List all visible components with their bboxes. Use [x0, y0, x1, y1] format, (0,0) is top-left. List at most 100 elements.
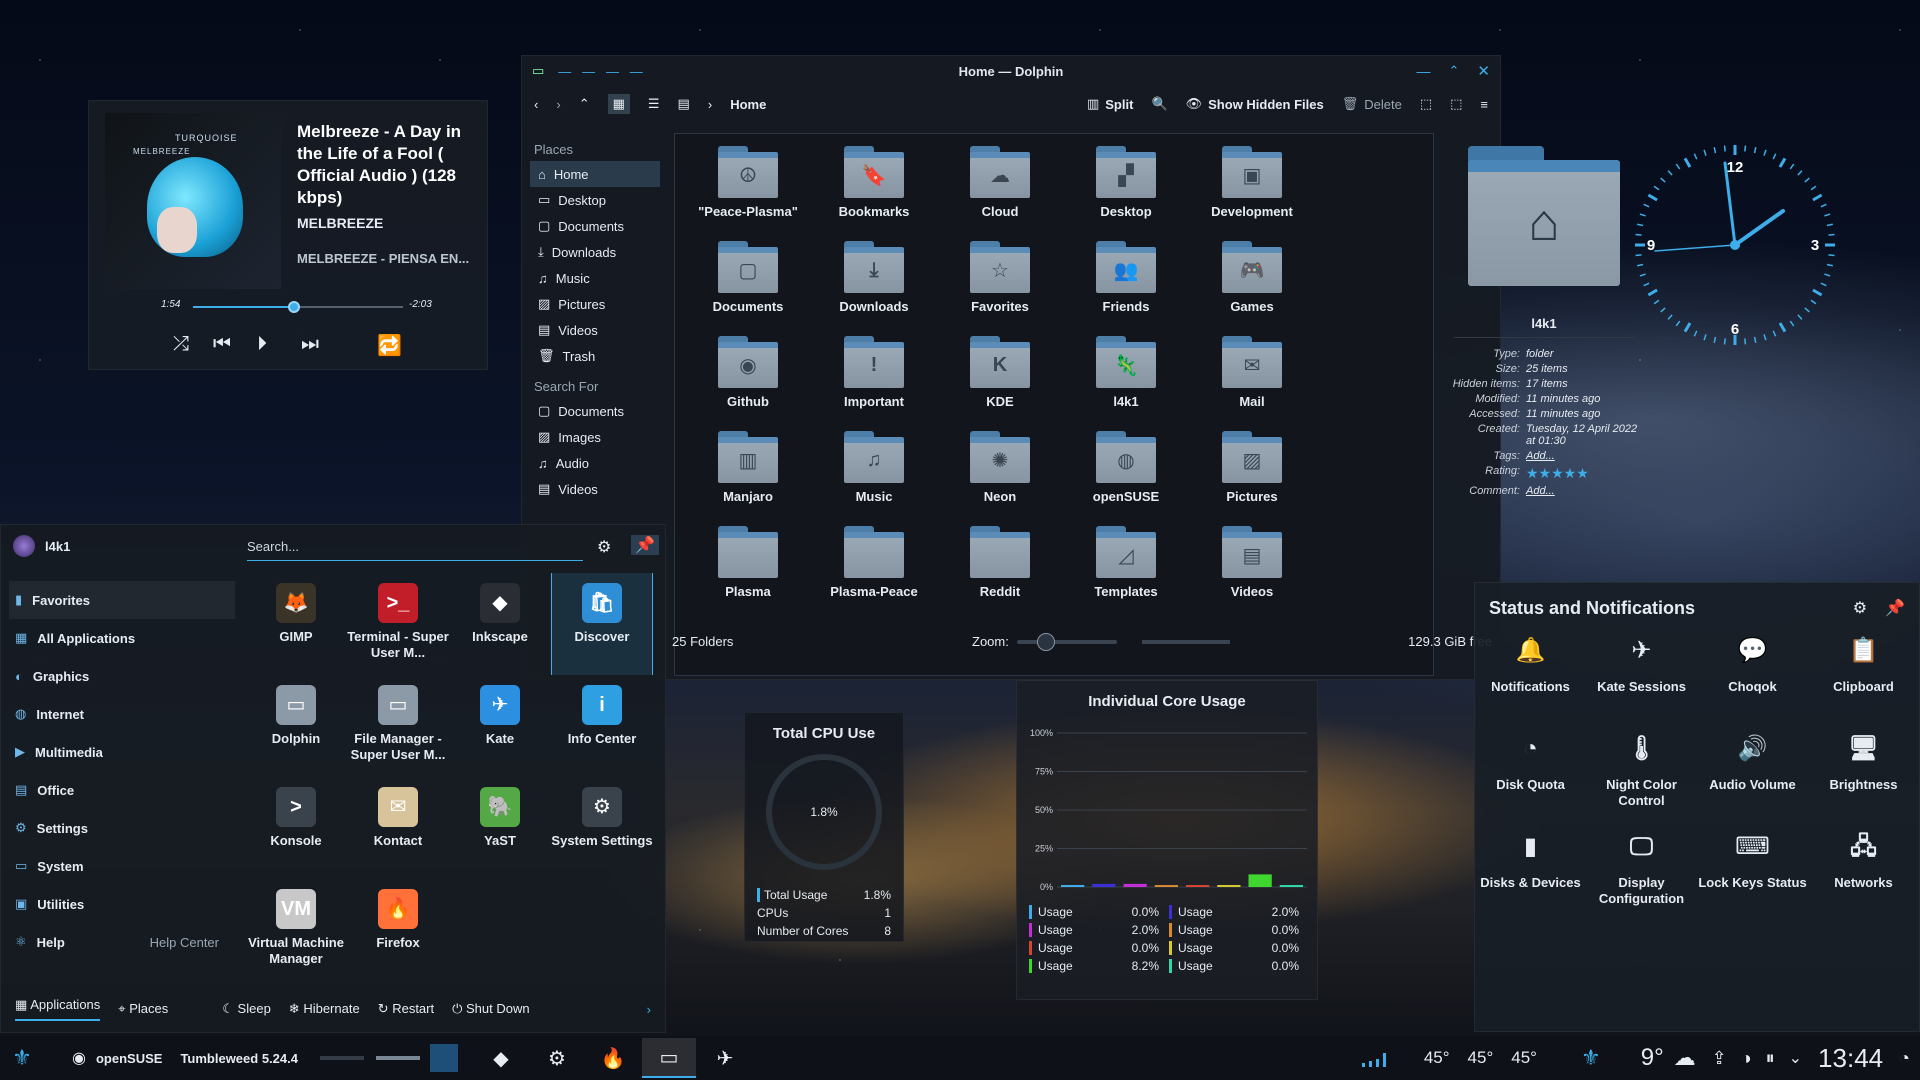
category-multimedia[interactable]: ▶ Multimedia [9, 733, 235, 771]
status-item-kate-sessions[interactable]: ✈ Kate Sessions [1586, 639, 1697, 741]
folder-item[interactable]: ✺ Neon [937, 431, 1063, 526]
folder-item[interactable]: ▨ Pictures [1189, 431, 1315, 526]
hamburger-menu-icon[interactable]: ≡ [1480, 97, 1488, 112]
places-item-documents[interactable]: ▢ Documents [530, 213, 660, 239]
folder-item[interactable]: Plasma-Peace [811, 526, 937, 621]
forward-icon[interactable]: › [556, 97, 560, 112]
updates-icon[interactable]: ⇪ [1712, 1036, 1727, 1080]
folder-item[interactable]: ☁ Cloud [937, 146, 1063, 241]
app-discover[interactable]: 🛍 Discover [551, 573, 653, 675]
category-system[interactable]: ▭ System [9, 847, 235, 885]
app-info-center[interactable]: i Info Center [551, 675, 653, 777]
split-button[interactable]: ▥ Split [1087, 96, 1133, 112]
status-item-disks-devices[interactable]: ▮ Disks & Devices [1475, 835, 1586, 937]
folder-item[interactable]: ♫ Music [811, 431, 937, 526]
status-item-notifications[interactable]: 🔔 Notifications [1475, 639, 1586, 741]
titlebar[interactable]: ▭ — — — — Home — Dolphin — ⌃ ✕ [522, 56, 1500, 86]
app-kate[interactable]: ✈ Kate [449, 675, 551, 777]
status-item-lock-keys-status[interactable]: ⌨ Lock Keys Status [1697, 835, 1808, 937]
task-firefox[interactable]: 🔥 [586, 1038, 640, 1078]
seek-track[interactable] [193, 301, 403, 313]
places-item-trash[interactable]: 🗑 Trash [530, 343, 660, 369]
folder-item[interactable]: ◉ Github [685, 336, 811, 431]
folder-item[interactable]: 🔖 Bookmarks [811, 146, 937, 241]
details-view-icon[interactable]: ☰ [648, 96, 660, 112]
app-firefox[interactable]: 🔥 Firefox [347, 879, 449, 981]
media-pause-icon[interactable]: ⏸ [1766, 1036, 1775, 1080]
status-item-display-configuration[interactable]: 🖵 Display Configuration [1586, 835, 1697, 937]
folder-item[interactable]: 🎮 Games [1189, 241, 1315, 336]
places-item-videos[interactable]: ▤ Videos [530, 317, 660, 343]
info-value[interactable]: Add... [1526, 485, 1644, 497]
folder-item[interactable]: ☮ "Peace-Plasma" [685, 146, 811, 241]
show-hidden-button[interactable]: 👁 Show Hidden Files [1186, 96, 1324, 112]
folder-item[interactable]: ◍ openSUSE [1063, 431, 1189, 526]
category-graphics[interactable]: ◐ Graphics [9, 657, 235, 695]
zoom-handle[interactable] [1036, 632, 1055, 651]
places-item-downloads[interactable]: ⤓ Downloads [530, 239, 660, 265]
search-for-videos[interactable]: ▤ Videos [530, 476, 660, 502]
hibernate-button[interactable]: ❄ Hibernate [289, 1001, 360, 1017]
category-settings[interactable]: ⚙ Settings [9, 809, 235, 847]
app-gimp[interactable]: 🦊 GIMP [245, 573, 347, 675]
status-item-networks[interactable]: 🖧 Networks [1808, 835, 1919, 937]
app-kontact[interactable]: ✉ Kontact [347, 777, 449, 879]
folder-item[interactable]: ▢ Documents [685, 241, 811, 336]
category-all-applications[interactable]: ▦ All Applications [9, 619, 235, 657]
app-virtual-machine-manager[interactable]: VM Virtual Machine Manager [245, 879, 347, 981]
category-help[interactable]: ⚛ Help Help Center [9, 923, 235, 961]
avatar[interactable] [13, 535, 35, 557]
folder-item[interactable]: ▞ Desktop [1063, 146, 1189, 241]
cloud-icon[interactable]: ☁ [1674, 1036, 1696, 1080]
app-yast[interactable]: 🐘 YaST [449, 777, 551, 879]
places-item-pictures[interactable]: ▨ Pictures [530, 291, 660, 317]
app-terminal-super-user-m-[interactable]: >_ Terminal - Super User M... [347, 573, 449, 675]
sleep-button[interactable]: ☾ Sleep [222, 1001, 271, 1017]
night-color-icon[interactable]: ◑ [1741, 1036, 1752, 1080]
repeat-icon[interactable]: 🔁 [377, 333, 402, 358]
clock-time[interactable]: 13:44 [1818, 1036, 1883, 1080]
task-dolphin[interactable]: ▭ [641, 1038, 696, 1078]
applications-tab[interactable]: ▦ Applications [15, 997, 101, 1021]
delete-button[interactable]: 🗑 Delete [1342, 96, 1402, 112]
peek-desktop-icon[interactable]: ◔ [1899, 1036, 1910, 1080]
start-menu-icon[interactable]: ⚜ [0, 1036, 44, 1080]
minimize-icon[interactable]: — [1417, 63, 1431, 79]
shutdown-button[interactable]: ⏻ Shut Down [452, 1001, 530, 1017]
task-inkscape[interactable]: ◆ [474, 1038, 528, 1078]
folder-item[interactable]: ☆ Favorites [937, 241, 1063, 336]
category-office[interactable]: ▤ Office [9, 771, 235, 809]
search-for-images[interactable]: ▨ Images [530, 424, 660, 450]
folder-item[interactable]: 👥 Friends [1063, 241, 1189, 336]
restart-button[interactable]: ↻ Restart [378, 1001, 434, 1017]
up-icon[interactable]: ⌃ [579, 96, 590, 112]
task-system-settings[interactable]: ⚙ [530, 1038, 584, 1078]
previous-icon[interactable]: ⏮ [213, 333, 231, 356]
info-value[interactable]: Add... [1526, 450, 1644, 462]
gear-icon[interactable]: ⚙ [597, 537, 611, 557]
app-system-settings[interactable]: ⚙ System Settings [551, 777, 653, 879]
folder-item[interactable]: 🦎 l4k1 [1063, 336, 1189, 431]
folder-item[interactable]: ▤ Videos [1189, 526, 1315, 621]
zoom-control[interactable]: Zoom: [972, 632, 1117, 651]
pin-icon[interactable]: 📌 [1885, 598, 1905, 618]
task-kate[interactable]: ✈ [698, 1038, 752, 1078]
folder-item[interactable]: ▣ Development [1189, 146, 1315, 241]
seek-bar[interactable]: 1:54 -2:03 [159, 299, 439, 315]
search-input[interactable]: Search... [247, 537, 583, 561]
category-favorites[interactable]: ▮ Favorites [9, 581, 235, 619]
status-item-clipboard[interactable]: 📋 Clipboard [1808, 639, 1919, 741]
next-icon[interactable]: ⏭ [301, 333, 319, 356]
places-item-music[interactable]: ♫ Music [530, 265, 660, 291]
rating-stars[interactable]: ★★★★★ [1526, 465, 1644, 482]
folder-item[interactable]: Reddit [937, 526, 1063, 621]
status-item-choqok[interactable]: 💬 Choqok [1697, 639, 1808, 741]
folder-item[interactable]: ! Important [811, 336, 937, 431]
seek-handle[interactable] [287, 301, 300, 313]
compact-view-icon[interactable]: ▤ [678, 96, 690, 112]
folder-item[interactable]: ⤓ Downloads [811, 241, 937, 336]
places-item-desktop[interactable]: ▭ Desktop [530, 187, 660, 213]
zoom-slider[interactable] [1016, 632, 1117, 651]
folder-item[interactable]: Plasma [685, 526, 811, 621]
configure-icon[interactable]: ⚙ [1853, 598, 1867, 618]
